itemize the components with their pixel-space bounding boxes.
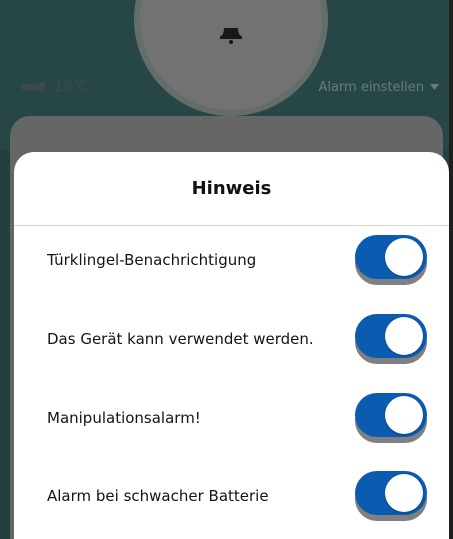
toggle-knob bbox=[385, 474, 423, 512]
notification-settings-dialog: Hinweis Türklingel-Benachrichtigung Das … bbox=[14, 152, 449, 539]
doorbell-toggle[interactable] bbox=[355, 235, 427, 285]
setting-row-tamper-alarm: Manipulationsalarm! bbox=[14, 393, 449, 438]
setting-row-device-ready: Das Gerät kann verwendet werden. bbox=[14, 314, 449, 359]
toggle-knob bbox=[385, 396, 423, 434]
setting-label: Das Gerät kann verwendet werden. bbox=[47, 330, 314, 348]
device-ready-toggle[interactable] bbox=[355, 314, 427, 364]
setting-label: Alarm bei schwacher Batterie bbox=[47, 487, 269, 505]
screen-edge bbox=[449, 0, 453, 539]
toggle-knob bbox=[385, 317, 423, 355]
setting-label: Türklingel-Benachrichtigung bbox=[47, 251, 257, 269]
tamper-alarm-toggle[interactable] bbox=[355, 393, 427, 443]
dialog-title: Hinweis bbox=[14, 152, 449, 226]
setting-row-doorbell: Türklingel-Benachrichtigung bbox=[14, 235, 449, 280]
setting-label: Manipulationsalarm! bbox=[47, 409, 201, 427]
toggle-knob bbox=[385, 238, 423, 276]
low-battery-toggle[interactable] bbox=[355, 471, 427, 521]
setting-row-low-battery: Alarm bei schwacher Batterie bbox=[14, 471, 449, 516]
